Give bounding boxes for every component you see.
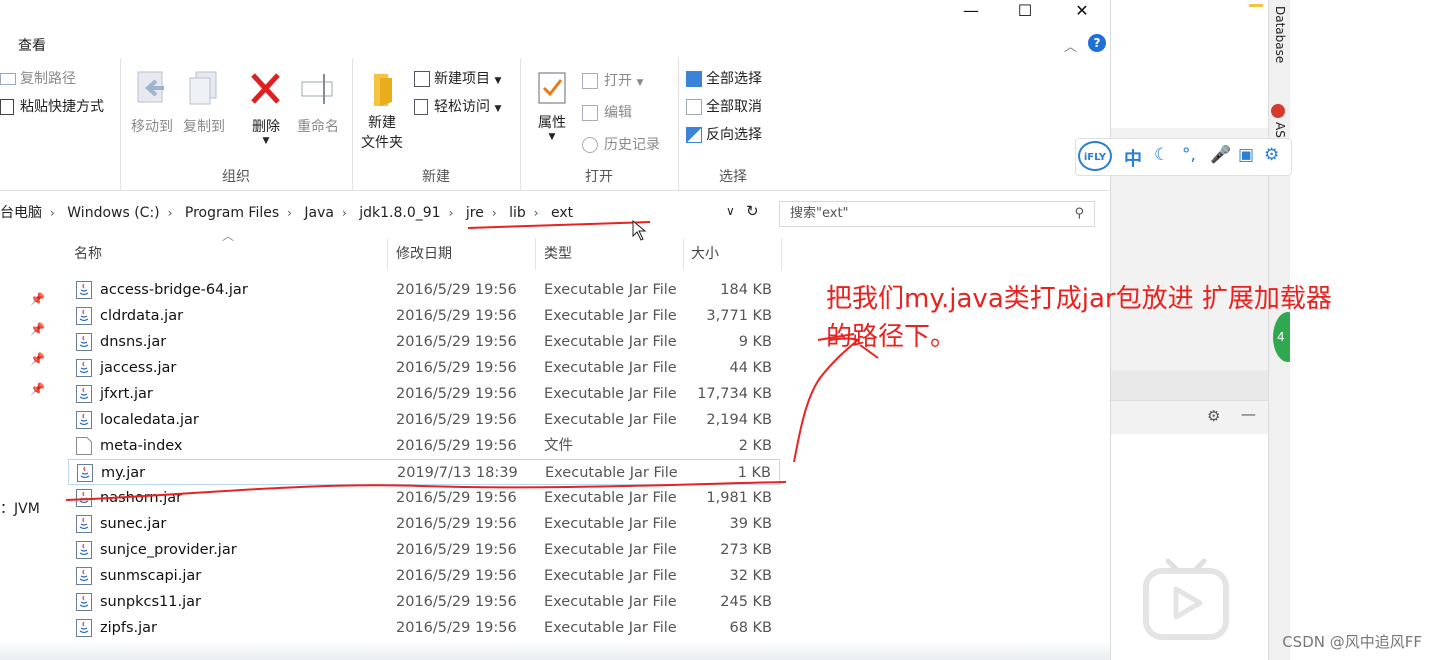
ide-tool-header: ⚙ — [1111, 400, 1271, 436]
ide-strip [1111, 370, 1271, 400]
underline-stroke [467, 221, 651, 229]
database-tab[interactable]: Database [1273, 6, 1287, 63]
watermark: CSDN @风中追风FF [1282, 633, 1422, 651]
as-tab[interactable]: AS [1273, 122, 1287, 138]
minimize-panel-icon[interactable]: — [1241, 405, 1256, 423]
keyboard-icon[interactable]: ▣ [1238, 145, 1254, 165]
video-play-icon[interactable] [1142, 555, 1230, 641]
punctuation-icon[interactable]: °, [1182, 145, 1196, 165]
ifly-settings-icon[interactable]: ⚙ [1264, 145, 1279, 165]
annotation-strokes [65, 219, 879, 501]
ide-editor-area [1111, 0, 1271, 128]
moon-icon[interactable]: ☾ [1154, 145, 1169, 165]
strike-stroke [65, 481, 787, 501]
ifly-chinese-mode[interactable]: 中 [1124, 145, 1142, 171]
arrow-stroke [793, 337, 861, 463]
settings-gear-icon[interactable]: ⚙ [1207, 407, 1220, 425]
ide-marker [1249, 4, 1263, 7]
as-plugin-icon[interactable] [1271, 104, 1285, 118]
microphone-icon[interactable]: 🎤 [1210, 145, 1231, 165]
mouse-cursor-icon [632, 219, 647, 241]
